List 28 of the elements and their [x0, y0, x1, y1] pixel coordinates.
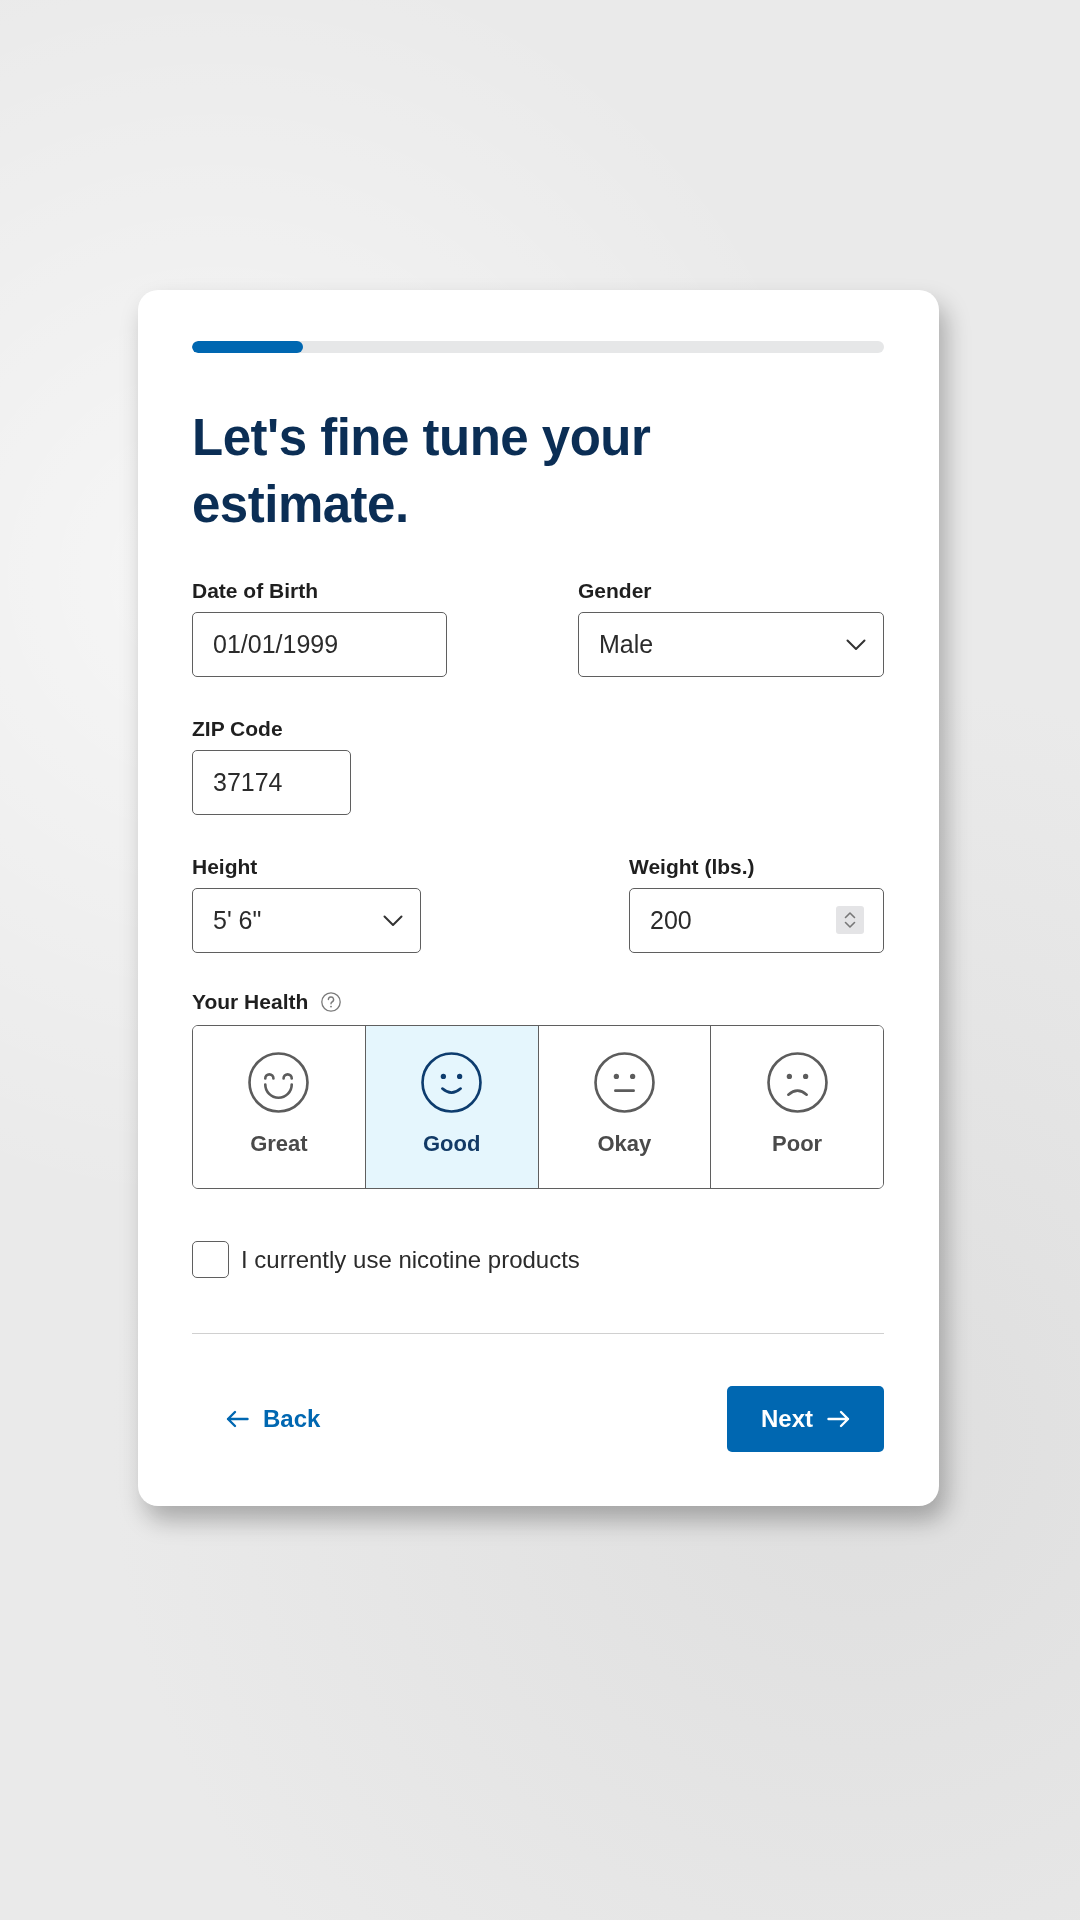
- smiling-face-icon: [421, 1052, 483, 1113]
- field-label: ZIP Code: [192, 716, 283, 742]
- next-button[interactable]: Next: [726, 1386, 884, 1452]
- stepper-icon[interactable]: [836, 906, 864, 934]
- health-option[interactable]: Good: [364, 1026, 538, 1188]
- chevron-down-icon: [383, 914, 403, 927]
- back-button[interactable]: Back: [192, 1386, 355, 1452]
- field-label: Your Health: [192, 989, 309, 1015]
- arrow-right-icon: [827, 1410, 850, 1428]
- neutral-face-icon: [593, 1052, 655, 1113]
- field-label: Height: [192, 854, 258, 880]
- input-field[interactable]: 01/01/1999: [192, 612, 447, 677]
- number-field[interactable]: 200: [629, 888, 884, 953]
- dropdown-field[interactable]: Male: [578, 612, 884, 677]
- health-option[interactable]: Poor: [710, 1026, 883, 1188]
- dropdown-field[interactable]: 5' 6": [192, 888, 421, 953]
- frowning-face-icon: [766, 1052, 828, 1113]
- checkbox-label: I currently use nicotine products: [241, 1244, 580, 1275]
- page-heading: Let's fine tune your estimate.: [192, 408, 652, 535]
- laughing-face-icon: [248, 1052, 310, 1113]
- checkbox[interactable]: [192, 1241, 229, 1278]
- arrow-left-icon: [226, 1410, 249, 1428]
- field-label: Gender: [578, 578, 652, 604]
- help-icon[interactable]: [321, 992, 342, 1012]
- field-label: Date of Birth: [192, 578, 318, 604]
- chevron-down-icon: [846, 638, 866, 651]
- field-label: Weight (lbs.): [629, 854, 755, 880]
- input-field[interactable]: 37174: [192, 750, 351, 815]
